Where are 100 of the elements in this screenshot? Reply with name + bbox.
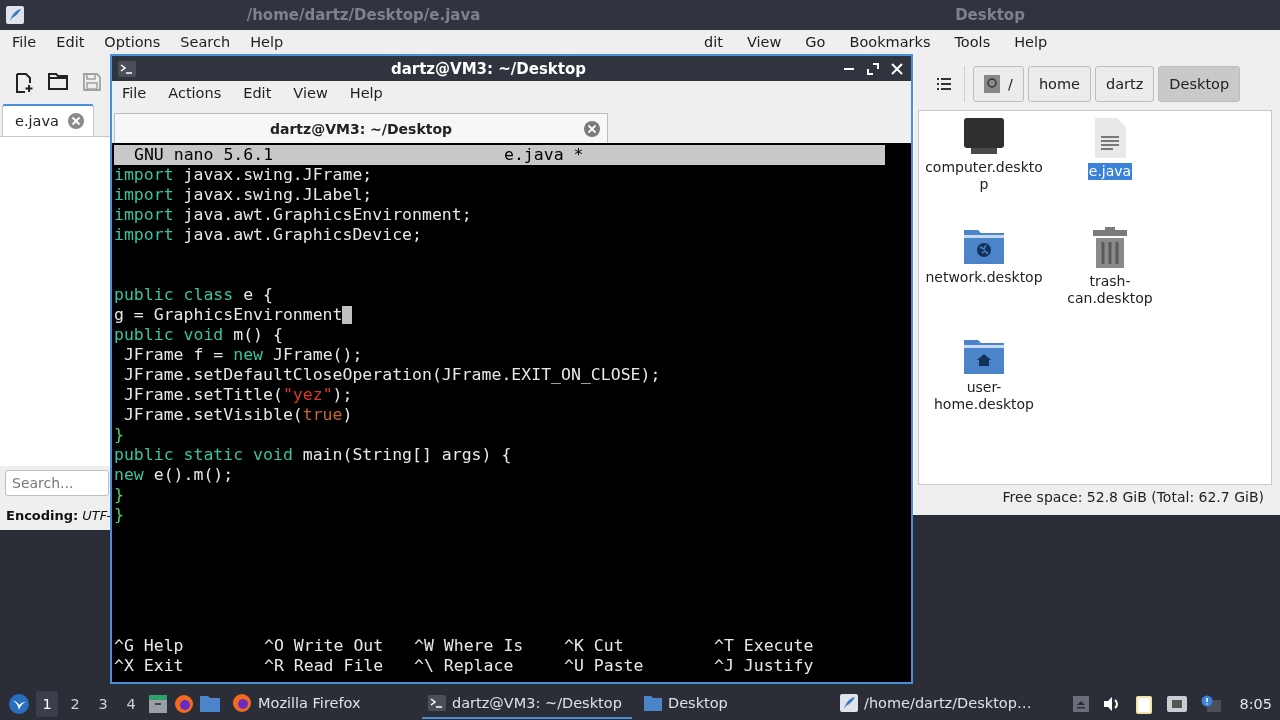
menu-item[interactable]: Actions: [168, 85, 222, 101]
nano-header-bar: GNU nano 5.6.1 e.java *: [114, 145, 885, 165]
encoding-label: Encoding:: [6, 507, 79, 523]
network-folder-icon: [963, 227, 1005, 265]
shortcut-hint: ^J Justify: [714, 656, 815, 676]
taskbar-task[interactable]: Mozilla Firefox: [226, 689, 416, 719]
taskbar-task[interactable]: Desktop: [638, 689, 828, 719]
shortcut-hint: ^\ Replace: [414, 656, 515, 676]
menu-item[interactable]: Edit: [56, 34, 85, 50]
folder-icon[interactable]: [200, 695, 220, 713]
workspace-button[interactable]: 4: [120, 691, 142, 717]
file-name[interactable]: user-home.desktop: [922, 379, 1046, 413]
path-button[interactable]: dartz: [1095, 66, 1155, 102]
list-view-button[interactable]: [934, 75, 954, 93]
file-name[interactable]: computer.desktop: [922, 159, 1046, 193]
maximize-button[interactable]: [865, 60, 881, 77]
code-line: import java.awt.GraphicsDevice;: [114, 225, 423, 245]
menu-item[interactable]: Help: [250, 34, 284, 50]
code-line: JFrame f = new JFrame();: [122, 345, 364, 365]
firefox-icon: [232, 693, 252, 713]
code-line: public static void main(String[] args) {: [114, 445, 513, 465]
home-folder-icon: [963, 337, 1005, 375]
monitor-icon: [963, 117, 1005, 155]
terminal-icon: [428, 695, 446, 711]
code-line: g = GraphicsEnvironment: [114, 305, 885, 325]
drive-icon: [984, 75, 1000, 93]
code-line: }: [114, 485, 125, 505]
menu-item[interactable]: File: [122, 85, 147, 101]
document-icon: [1093, 117, 1127, 159]
text-editor-icon: [6, 6, 24, 24]
search-field[interactable]: Search...: [5, 470, 109, 496]
network-icon[interactable]: [1167, 696, 1188, 712]
encoding-value: UTF-: [82, 507, 112, 523]
free-space-label: Free space: 52.8 GiB (Total: 62.7 GiB): [1002, 489, 1264, 505]
clipboard-icon[interactable]: [1135, 694, 1154, 714]
notification-icon[interactable]: [1201, 695, 1222, 713]
code-line: }: [114, 425, 125, 445]
clock: 8:05: [1239, 696, 1272, 712]
menu-item[interactable]: View: [293, 85, 328, 101]
eject-icon[interactable]: [1073, 696, 1090, 712]
taskbar-task[interactable]: dartz@VM3: ~/Desktop: [422, 689, 632, 719]
close-button[interactable]: [889, 60, 905, 77]
file-name[interactable]: trash-can.desktop: [1048, 273, 1172, 307]
code-line: JFrame.setTitle("yez");: [122, 385, 354, 405]
path-button[interactable]: Desktop: [1158, 66, 1241, 102]
menu-item[interactable]: dit: [704, 34, 723, 50]
shortcut-hint: ^R Read File: [264, 656, 385, 676]
close-icon: [891, 62, 903, 75]
shortcut-hint: ^G Help: [114, 636, 185, 656]
new-file-icon: [14, 72, 34, 94]
code-line: import javax.swing.JFrame;: [114, 165, 374, 185]
menu-item[interactable]: Options: [104, 34, 161, 50]
folder-icon: [644, 695, 662, 711]
code-line: new e().m();: [114, 465, 235, 485]
menu-item[interactable]: Bookmarks: [849, 34, 931, 50]
shortcut-hint: ^U Paste: [564, 656, 645, 676]
shortcut-hint: ^K Cut: [564, 636, 625, 656]
code-line: JFrame.setDefaultCloseOperation(JFrame.EXIT_ON_CLOSE);: [122, 365, 662, 385]
start-menu-icon[interactable]: [8, 693, 30, 715]
menu-item[interactable]: Edit: [243, 85, 272, 101]
path-button[interactable]: home: [1027, 66, 1091, 102]
shortcut-hint: ^O Write Out: [264, 636, 385, 656]
menu-item[interactable]: Tools: [954, 34, 991, 50]
code-line: JFrame.setVisible(true): [122, 405, 354, 425]
close-icon[interactable]: [583, 120, 601, 138]
file-name[interactable]: e.java: [1087, 163, 1133, 180]
menu-item[interactable]: File: [12, 34, 37, 50]
code-line: public class e {: [114, 285, 274, 305]
path-button[interactable]: /: [973, 66, 1024, 102]
workspace-button[interactable]: 3: [92, 691, 114, 717]
workspace-button[interactable]: 2: [64, 691, 86, 717]
list-icon: [936, 77, 952, 91]
code-line: }: [114, 505, 125, 525]
text-cursor: [342, 306, 353, 324]
shortcut-hint: ^X Exit: [114, 656, 185, 676]
maximize-icon: [867, 62, 879, 75]
workspace-button[interactable]: 1: [36, 691, 58, 717]
close-icon[interactable]: [66, 112, 85, 130]
file-tab[interactable]: e.java: [2, 104, 94, 136]
terminal-icon: [118, 60, 136, 77]
folder-icon: [48, 72, 68, 90]
firefox-icon: [174, 694, 194, 714]
menu-item[interactable]: View: [746, 34, 782, 50]
code-line: import javax.swing.JLabel;: [114, 185, 374, 205]
menu-item[interactable]: Search: [180, 34, 231, 50]
window-title: Desktop: [954, 6, 1026, 24]
window-title: dartz@VM3: ~/Desktop: [389, 59, 588, 78]
file-cabinet-icon[interactable]: [148, 694, 168, 714]
shortcut-hint: ^W Where Is: [414, 636, 525, 656]
menu-item[interactable]: Go: [805, 34, 826, 50]
terminal-tab[interactable]: dartz@VM3: ~/Desktop: [114, 113, 608, 143]
window-title: /home/dartz/Desktop/e.java: [245, 6, 482, 24]
menu-item[interactable]: Help: [1014, 34, 1048, 50]
trash-can-icon: [1092, 227, 1128, 269]
taskbar-task[interactable]: /home/dartz/Desktop…: [834, 689, 1054, 719]
code-line: import java.awt.GraphicsEnvironment;: [114, 205, 473, 225]
shortcut-hint: ^T Execute: [714, 636, 815, 656]
file-name[interactable]: network.desktop: [924, 269, 1044, 286]
menu-item[interactable]: Help: [349, 85, 383, 101]
save-icon: [82, 72, 102, 92]
